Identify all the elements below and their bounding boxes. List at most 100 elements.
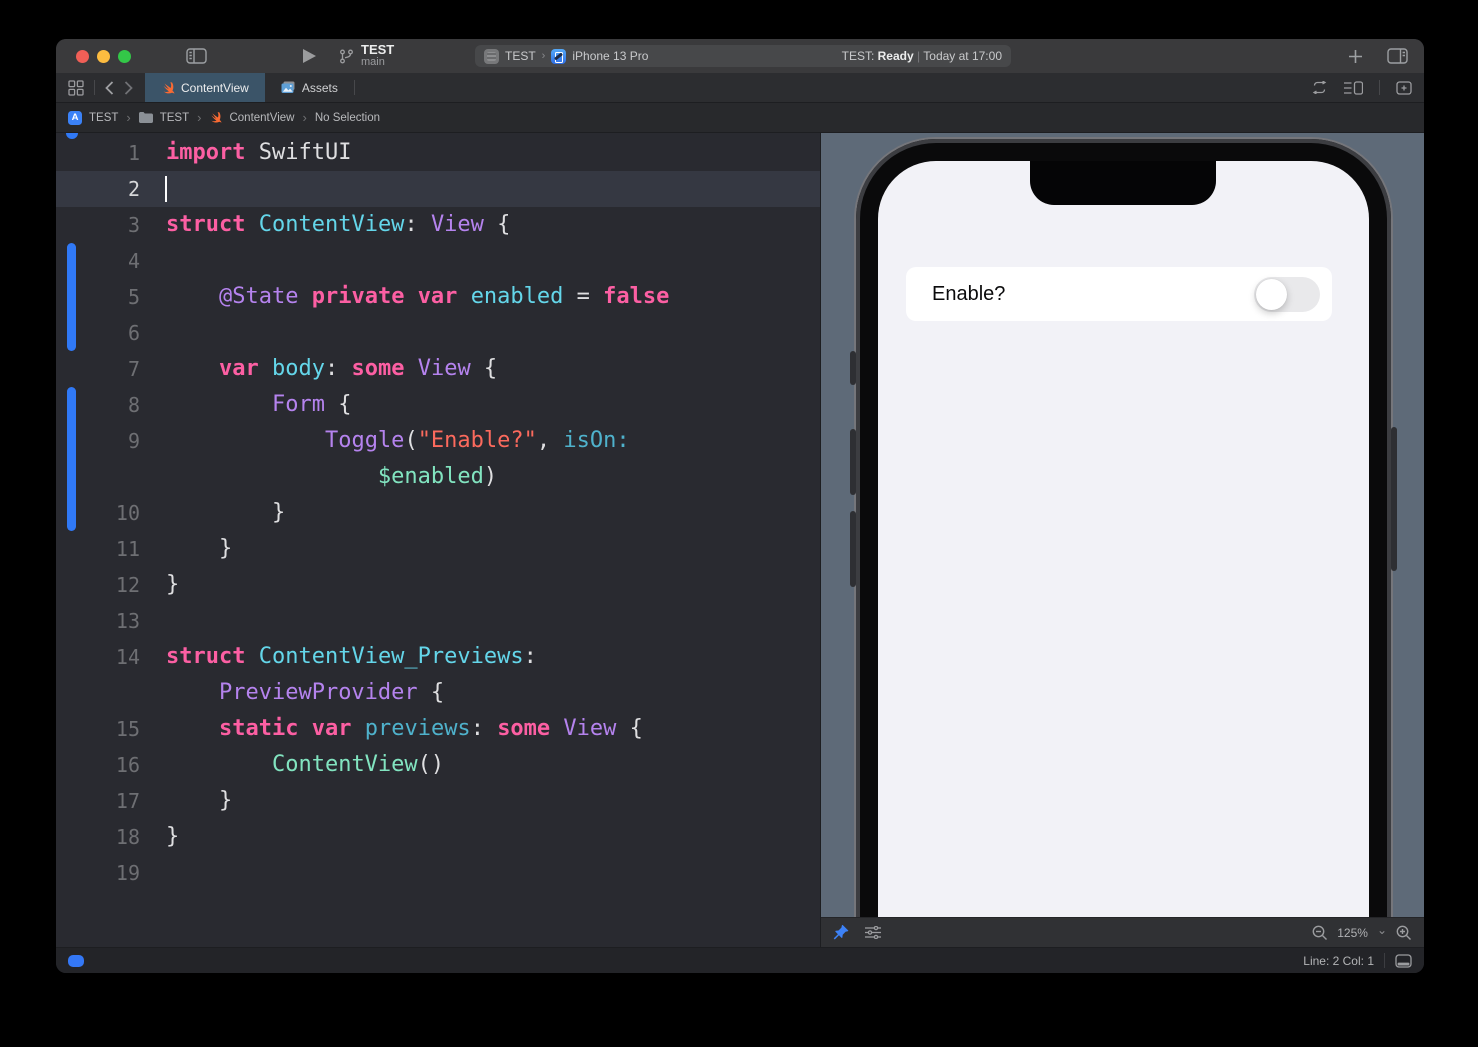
iphone-device-frame: Enable?	[856, 139, 1391, 917]
code-line[interactable]: 19	[56, 855, 820, 891]
simulator-icon	[551, 49, 566, 64]
code-line[interactable]: 2	[56, 171, 820, 207]
active-scheme-title[interactable]: TEST main	[361, 43, 394, 68]
line-number[interactable]: 14	[56, 639, 140, 675]
line-number[interactable]: 6	[56, 315, 140, 351]
tab-contentview[interactable]: ContentView	[145, 73, 265, 102]
code-line[interactable]: 3struct ContentView: View {	[56, 207, 820, 243]
code-line[interactable]: 17 }	[56, 783, 820, 819]
line-number[interactable]: 2	[56, 171, 140, 207]
code-text: PreviewProvider {	[140, 675, 444, 711]
source-editor[interactable]: 1import SwiftUI23struct ContentView: Vie…	[56, 133, 821, 947]
scheme-project-name[interactable]: TEST	[505, 49, 536, 63]
line-number[interactable]: 13	[56, 603, 140, 639]
zoom-window-button[interactable]	[118, 50, 131, 63]
line-number[interactable]: 19	[56, 855, 140, 891]
scheme-status-pill[interactable]: TEST › iPhone 13 Pro TEST: Ready | Today…	[475, 45, 1011, 67]
volume-up-button	[850, 429, 856, 495]
line-number[interactable]: 17	[56, 783, 140, 819]
power-button	[1391, 427, 1397, 571]
line-number[interactable]: 12	[56, 567, 140, 603]
volume-down-button	[850, 511, 856, 587]
code-line[interactable]: 13	[56, 603, 820, 639]
toggle-debug-area-icon[interactable]	[1395, 954, 1412, 968]
code-line[interactable]: 5 @State private var enabled = false	[56, 279, 820, 315]
breadcrumb-group[interactable]: TEST	[160, 112, 189, 124]
code-text: struct ContentView_Previews:	[140, 639, 537, 675]
code-line[interactable]: PreviewProvider {	[56, 675, 820, 711]
code-line[interactable]: 7 var body: some View {	[56, 351, 820, 387]
chevron-down-icon: ⌄	[1377, 923, 1387, 937]
toggle-navigator-sidebar-icon[interactable]	[186, 48, 207, 64]
line-number[interactable]: 8	[56, 387, 140, 423]
breadcrumb-project[interactable]: TEST	[89, 112, 118, 124]
line-number[interactable]: 7	[56, 351, 140, 387]
code-line[interactable]: 1import SwiftUI	[56, 135, 820, 171]
pin-preview-icon[interactable]	[833, 925, 849, 941]
code-text: import SwiftUI	[140, 135, 351, 171]
breadcrumb-selection[interactable]: No Selection	[315, 112, 380, 124]
code-line[interactable]: 12}	[56, 567, 820, 603]
close-window-button[interactable]	[76, 50, 89, 63]
build-status: TEST: Ready | Today at 17:00	[842, 49, 1002, 63]
go-back-button[interactable]	[105, 81, 114, 95]
line-number[interactable]: 9	[56, 423, 140, 459]
line-number[interactable]: 10	[56, 495, 140, 531]
code-line[interactable]: 9 Toggle("Enable?", isOn:	[56, 423, 820, 459]
code-line[interactable]: 11 }	[56, 531, 820, 567]
code-line[interactable]: 16 ContentView()	[56, 747, 820, 783]
branch-icon	[339, 48, 354, 65]
run-button[interactable]	[302, 48, 317, 64]
toggle-inspector-sidebar-icon[interactable]	[1387, 48, 1408, 64]
preview-canvas: Enable?	[821, 133, 1424, 917]
code-line[interactable]: 18}	[56, 819, 820, 855]
tab-assets[interactable]: Assets	[265, 73, 354, 102]
code-line[interactable]: 14struct ContentView_Previews:	[56, 639, 820, 675]
swift-file-icon	[161, 81, 175, 95]
line-number[interactable]: 16	[56, 747, 140, 783]
toggle-knob	[1256, 279, 1287, 310]
form-row: Enable?	[906, 267, 1332, 321]
minimize-window-button[interactable]	[97, 50, 110, 63]
traffic-lights	[76, 50, 131, 63]
code-text: }	[140, 819, 179, 855]
code-text: struct ContentView: View {	[140, 207, 510, 243]
build-status-time: Today at 17:00	[923, 49, 1002, 63]
line-number[interactable]: 5	[56, 279, 140, 315]
line-number[interactable]: 4	[56, 243, 140, 279]
editor-options-icon[interactable]	[1344, 81, 1363, 95]
line-number[interactable]: 11	[56, 531, 140, 567]
scheme-app-icon	[484, 49, 499, 64]
scheme-device-name[interactable]: iPhone 13 Pro	[572, 49, 648, 63]
tab-label: ContentView	[181, 81, 249, 95]
zoom-level[interactable]: 125%	[1337, 926, 1368, 940]
swap-editor-icon[interactable]	[1311, 81, 1328, 94]
code-text: static var previews: some View {	[140, 711, 643, 747]
line-number[interactable]: 18	[56, 819, 140, 855]
folder-icon	[139, 112, 153, 123]
zoom-in-icon[interactable]	[1396, 925, 1412, 941]
enable-toggle[interactable]	[1254, 277, 1320, 312]
related-items-grid-icon[interactable]	[68, 80, 84, 96]
code-line[interactable]: 10 }	[56, 495, 820, 531]
code-line[interactable]: 8 Form {	[56, 387, 820, 423]
code-line[interactable]: 6	[56, 315, 820, 351]
mute-switch	[850, 351, 856, 385]
line-number[interactable]: 1	[56, 135, 140, 171]
preview-settings-icon[interactable]	[865, 926, 881, 939]
library-plus-button[interactable]	[1348, 49, 1363, 64]
code-line[interactable]: $enabled)	[56, 459, 820, 495]
code-text: }	[140, 531, 232, 567]
line-number[interactable]: 15	[56, 711, 140, 747]
iphone-screen: Enable?	[878, 161, 1369, 917]
chevron-right-icon: ›	[197, 110, 201, 125]
go-forward-button[interactable]	[124, 81, 133, 95]
breadcrumb-file[interactable]: ContentView	[229, 112, 294, 124]
code-text: @State private var enabled = false	[140, 279, 669, 315]
line-number[interactable]: 3	[56, 207, 140, 243]
add-editor-icon[interactable]	[1396, 81, 1412, 95]
zoom-out-icon[interactable]	[1312, 925, 1328, 941]
code-line[interactable]: 4	[56, 243, 820, 279]
breakpoint-indicator[interactable]	[68, 955, 84, 967]
code-line[interactable]: 15 static var previews: some View {	[56, 711, 820, 747]
